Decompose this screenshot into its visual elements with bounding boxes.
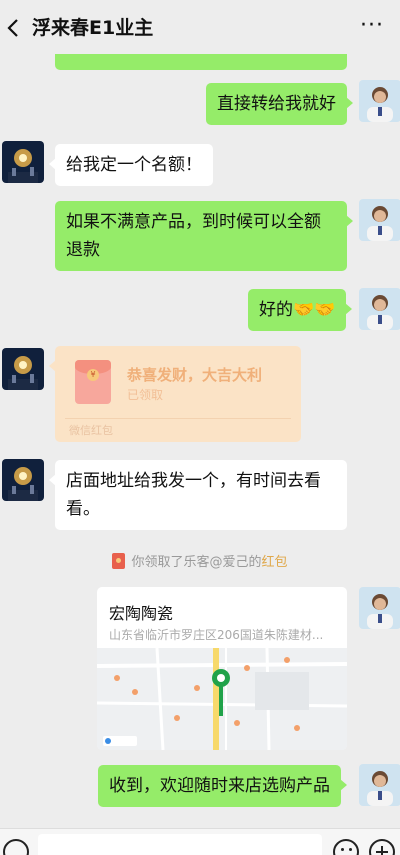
avatar-contact[interactable] <box>2 141 44 183</box>
avatar-self[interactable] <box>359 288 400 330</box>
red-packet-small-icon <box>112 553 126 569</box>
chat-header: 浮来春E1业主 ··· <box>0 0 400 56</box>
avatar-contact[interactable] <box>2 348 44 390</box>
system-notice: 你领取了乐客@爱己的红包 <box>0 551 400 570</box>
system-notice-link[interactable]: 红包 <box>262 555 288 570</box>
avatar-contact[interactable] <box>2 459 44 501</box>
avatar-self[interactable] <box>359 764 400 806</box>
avatar-self[interactable] <box>359 587 400 629</box>
avatar-self[interactable] <box>359 80 400 122</box>
message-composer <box>0 828 400 855</box>
voice-input-icon[interactable] <box>3 839 29 855</box>
location-address: 山东省临沂市罗庄区206国道朱陈建材... <box>109 628 324 642</box>
message-bubble-sent[interactable]: 好的🤝🤝 <box>248 289 353 331</box>
location-name: 宏陶陶瓷 <box>109 604 174 623</box>
location-map <box>97 647 347 750</box>
chat-title: 浮来春E1业主 <box>32 17 154 39</box>
message-bubble-received[interactable]: 店面地址给我发一个，有时间去看看。 <box>49 460 347 530</box>
message-bubble-received[interactable]: 给我定一个名额！ <box>49 144 213 186</box>
plus-icon[interactable] <box>369 839 395 855</box>
avatar-self[interactable] <box>359 199 400 241</box>
red-packet-card[interactable]: ¥ 恭喜发财，大吉大利 已领取 微信红包 <box>49 346 301 442</box>
red-packet-icon: ¥ <box>75 360 111 404</box>
message-bubble-partial <box>55 54 347 70</box>
emoji-icon[interactable] <box>333 839 359 855</box>
message-bubble-sent[interactable]: 收到，欢迎随时来店选购产品 <box>98 765 347 807</box>
more-options-icon[interactable]: ··· <box>360 15 386 40</box>
message-bubble-sent[interactable]: 直接转给我就好 <box>206 83 353 125</box>
location-card[interactable]: 宏陶陶瓷 山东省临沂市罗庄区206国道朱陈建材... <box>97 587 347 750</box>
red-packet-footer: 微信红包 <box>69 424 113 437</box>
message-input[interactable] <box>38 834 322 855</box>
back-arrow-icon[interactable] <box>2 14 26 42</box>
red-packet-status: 已领取 <box>127 388 164 402</box>
red-packet-title: 恭喜发财，大吉大利 <box>127 366 263 384</box>
divider <box>65 418 291 419</box>
message-bubble-sent[interactable]: 如果不满意产品，到时候可以全额退款 <box>55 201 353 271</box>
system-notice-text: 你领取了乐客@爱己的 <box>131 555 262 570</box>
